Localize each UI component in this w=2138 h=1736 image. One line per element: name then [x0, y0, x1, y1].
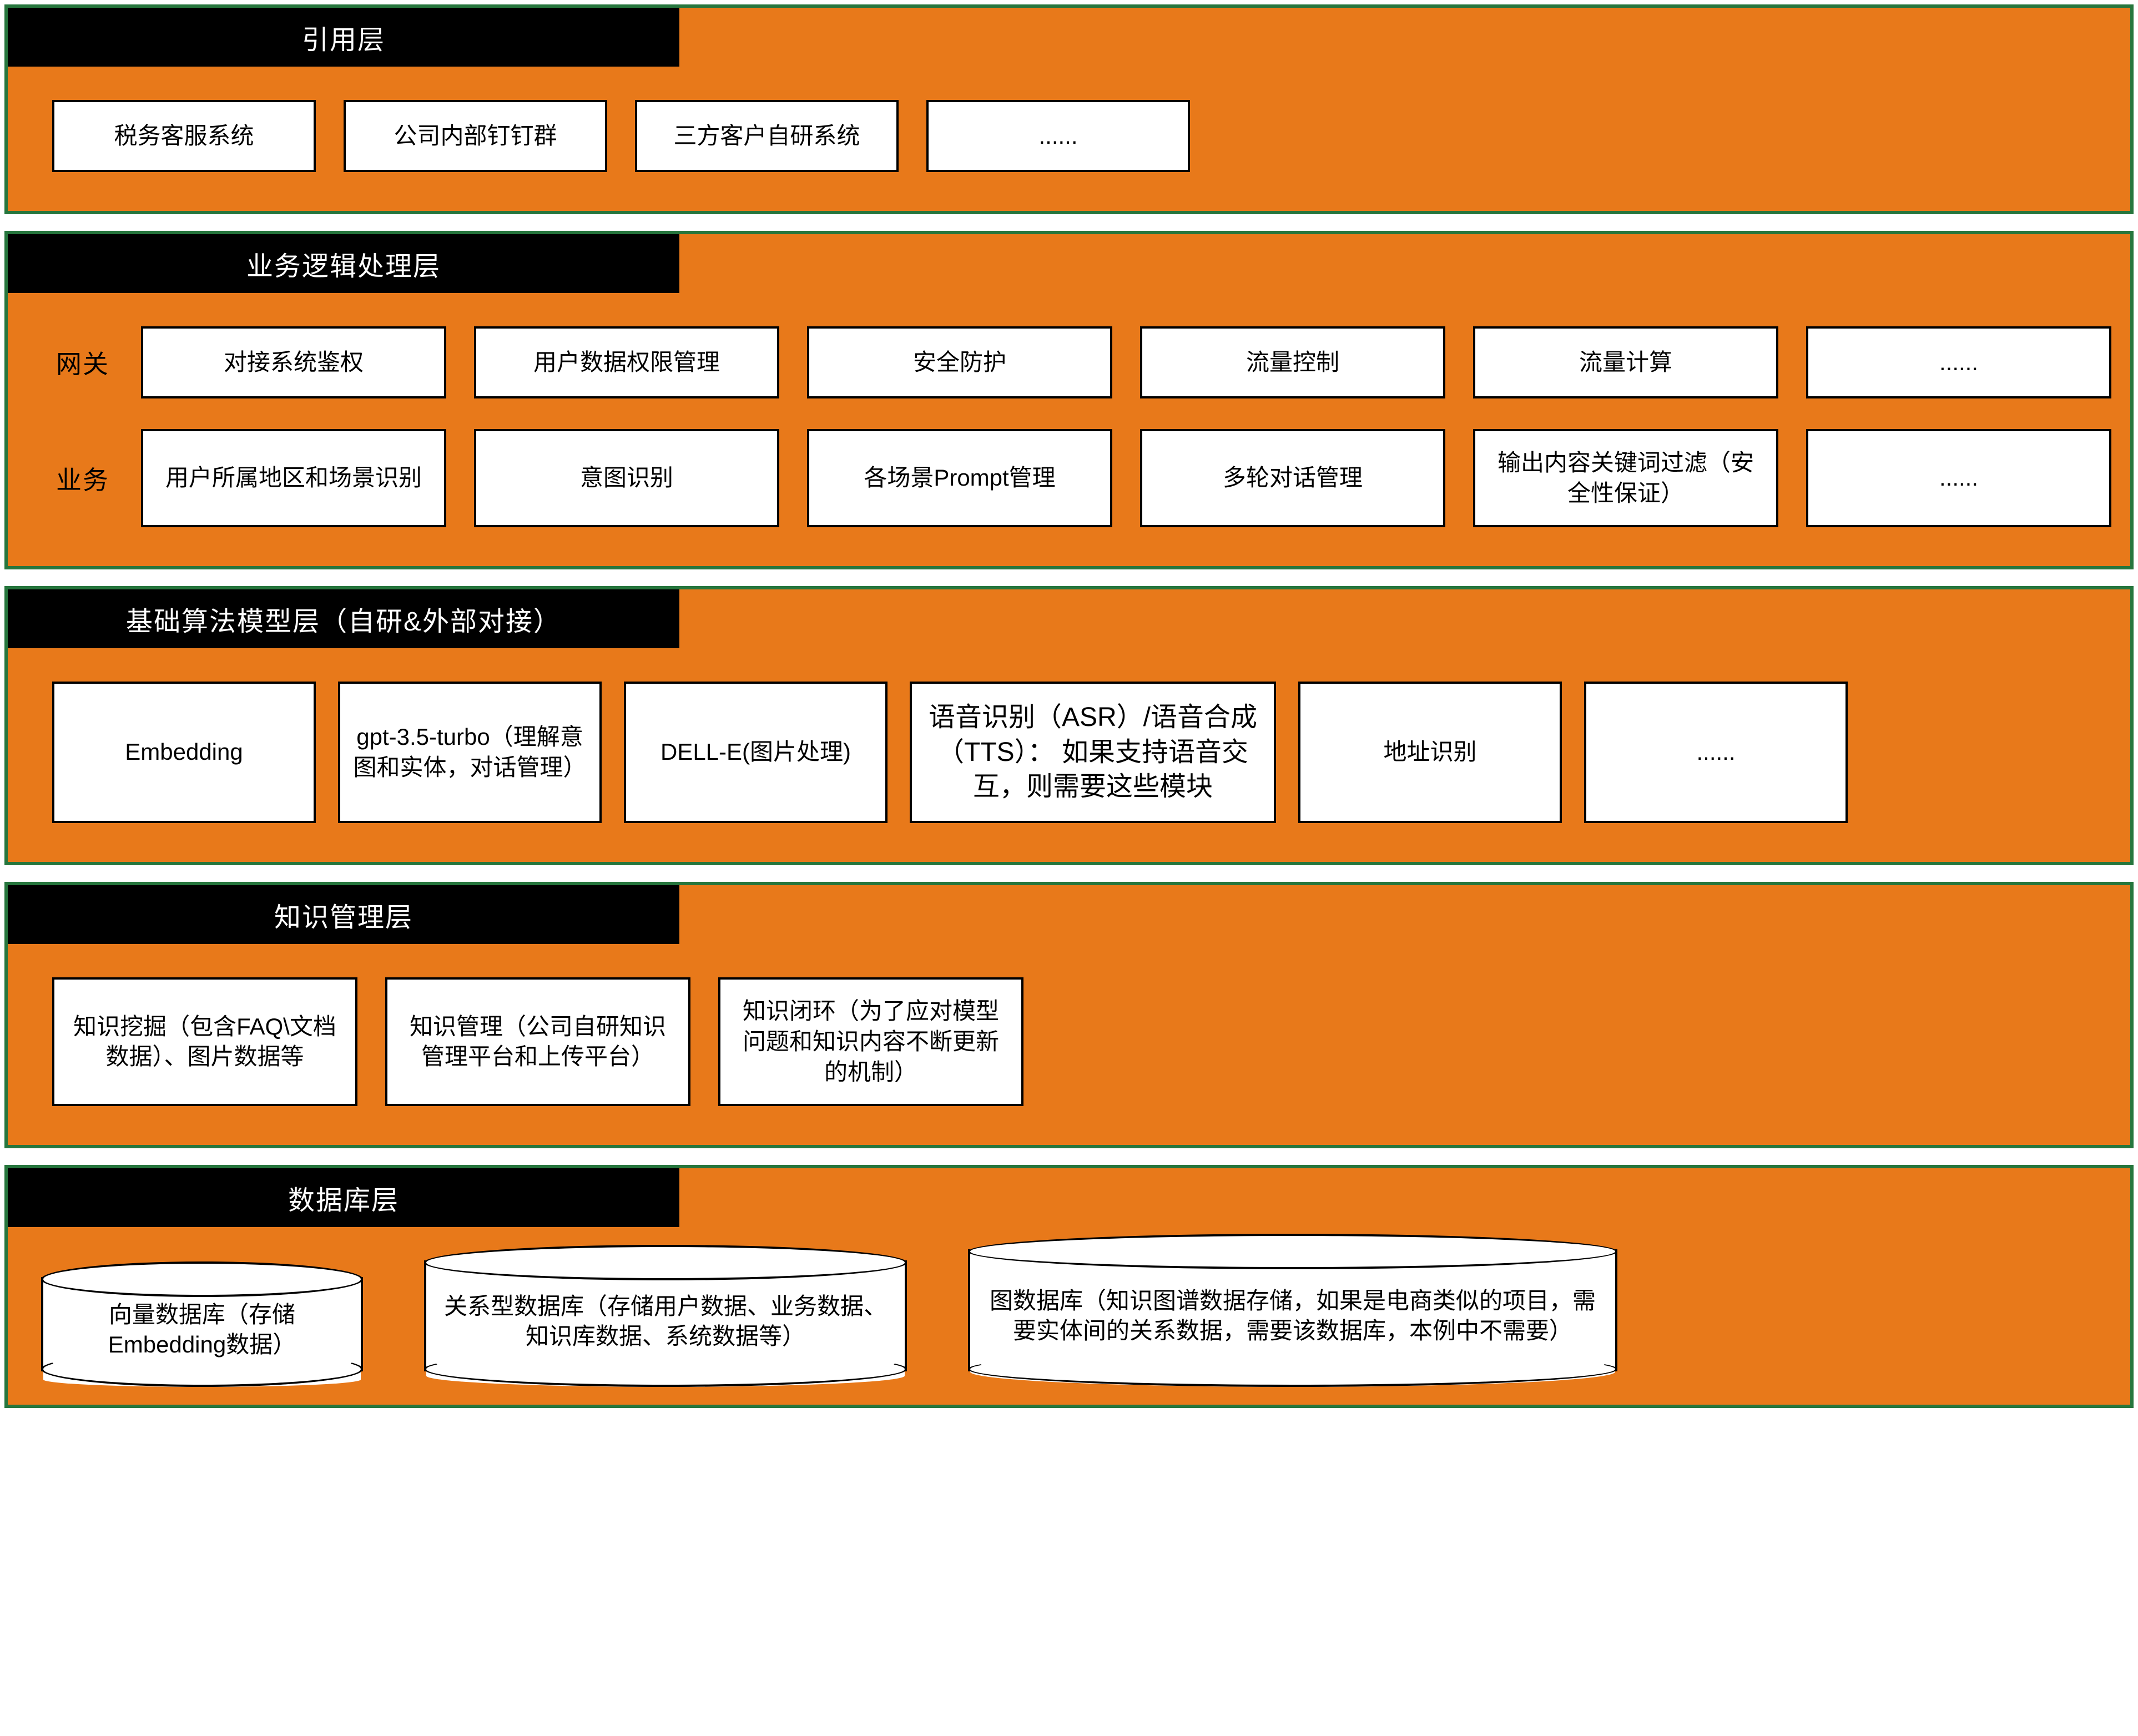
db-relational-text: 关系型数据库（存储用户数据、业务数据、知识库数据、系统数据等） — [443, 1291, 888, 1352]
box-k-loop: 知识闭环（为了应对模型问题和知识内容不断更新的机制） — [718, 977, 1023, 1106]
row: 知识挖掘（包含FAQ\文档数据）、图片数据等 知识管理（公司自研知识管理平台和上… — [52, 977, 2086, 1106]
box-multi-turn: 多轮对话管理 — [1140, 429, 1445, 527]
box-ellipsis: ...... — [1806, 326, 2111, 398]
layer-ref-title: 引用层 — [8, 8, 679, 67]
row-business: 业务 用户所属地区和场景识别 意图识别 各场景Prompt管理 多轮对话管理 输… — [52, 429, 2086, 527]
layer-algo-title: 基础算法模型层（自研&外部对接） — [8, 589, 679, 648]
row-label-business: 业务 — [52, 429, 113, 527]
db-graph-label: 图数据库（知识图谱数据存储，如果是电商类似的项目，需要实体间的关系数据，需要该数… — [968, 1249, 1617, 1371]
box-flow-calc: 流量计算 — [1473, 326, 1778, 398]
box-user-perm: 用户数据权限管理 — [474, 326, 779, 398]
box-gpt: gpt-3.5-turbo（理解意图和实体，对话管理） — [338, 682, 602, 823]
box-kw-filter: 输出内容关键词过滤（安全性保证） — [1473, 429, 1778, 527]
db-relational-label: 关系型数据库（存储用户数据、业务数据、知识库数据、系统数据等） — [424, 1260, 907, 1371]
layer-algo-body: Embedding gpt-3.5-turbo（理解意图和实体，对话管理） DE… — [8, 648, 2130, 862]
layer-db-title: 数据库层 — [8, 1168, 679, 1227]
box-asr-tts: 语音识别（ASR）/语音合成（TTS）： 如果支持语音交互，则需要这些模块 — [910, 682, 1276, 823]
layer-db-body: 向量数据库（存储Embedding数据） 关系型数据库（存储用户数据、业务数据、… — [8, 1227, 2130, 1405]
box-ellipsis: ...... — [926, 100, 1190, 172]
db-graph: 图数据库（知识图谱数据存储，如果是电商类似的项目，需要实体间的关系数据，需要该数… — [968, 1249, 1617, 1371]
layer-algo: 基础算法模型层（自研&外部对接） Embedding gpt-3.5-turbo… — [4, 586, 2134, 865]
box-tax-system: 税务客服系统 — [52, 100, 316, 172]
box-intent: 意图识别 — [474, 429, 779, 527]
db-relational: 关系型数据库（存储用户数据、业务数据、知识库数据、系统数据等） — [424, 1260, 907, 1371]
box-ellipsis: ...... — [1584, 682, 1848, 823]
layer-knowledge-title: 知识管理层 — [8, 885, 679, 944]
box-embedding: Embedding — [52, 682, 316, 823]
box-k-mining: 知识挖掘（包含FAQ\文档数据）、图片数据等 — [52, 977, 357, 1106]
box-flow-ctrl: 流量控制 — [1140, 326, 1445, 398]
box-region-scene: 用户所属地区和场景识别 — [141, 429, 446, 527]
db-vector-text: 向量数据库（存储Embedding数据） — [60, 1300, 344, 1360]
box-security: 安全防护 — [807, 326, 1112, 398]
row-gateway: 网关 对接系统鉴权 用户数据权限管理 安全防护 流量控制 流量计算 ...... — [52, 326, 2086, 398]
box-k-mgmt: 知识管理（公司自研知识管理平台和上传平台） — [385, 977, 690, 1106]
box-thirdparty: 三方客户自研系统 — [635, 100, 899, 172]
db-vector: 向量数据库（存储Embedding数据） — [41, 1277, 363, 1371]
box-auth: 对接系统鉴权 — [141, 326, 446, 398]
layer-biz-body: 网关 对接系统鉴权 用户数据权限管理 安全防护 流量控制 流量计算 ......… — [8, 293, 2130, 566]
layer-knowledge-body: 知识挖掘（包含FAQ\文档数据）、图片数据等 知识管理（公司自研知识管理平台和上… — [8, 944, 2130, 1145]
layer-knowledge: 知识管理层 知识挖掘（包含FAQ\文档数据）、图片数据等 知识管理（公司自研知识… — [4, 882, 2134, 1148]
row-label-gateway: 网关 — [52, 326, 113, 398]
row: Embedding gpt-3.5-turbo（理解意图和实体，对话管理） DE… — [52, 682, 2086, 823]
layer-biz-title: 业务逻辑处理层 — [8, 234, 679, 293]
box-dingding-group: 公司内部钉钉群 — [344, 100, 607, 172]
db-graph-text: 图数据库（知识图谱数据存储，如果是电商类似的项目，需要实体间的关系数据，需要该数… — [987, 1286, 1599, 1346]
row: 税务客服系统 公司内部钉钉群 三方客户自研系统 ...... — [52, 100, 2086, 172]
layer-ref: 引用层 税务客服系统 公司内部钉钉群 三方客户自研系统 ...... — [4, 4, 2134, 214]
layer-biz: 业务逻辑处理层 网关 对接系统鉴权 用户数据权限管理 安全防护 流量控制 流量计… — [4, 231, 2134, 569]
layer-db: 数据库层 向量数据库（存储Embedding数据） 关系型数据库（存储用户数据、… — [4, 1165, 2134, 1408]
layer-ref-body: 税务客服系统 公司内部钉钉群 三方客户自研系统 ...... — [8, 67, 2130, 211]
box-prompt-mgmt: 各场景Prompt管理 — [807, 429, 1112, 527]
db-vector-label: 向量数据库（存储Embedding数据） — [41, 1277, 363, 1371]
box-dalle: DELL-E(图片处理) — [624, 682, 888, 823]
box-ellipsis: ...... — [1806, 429, 2111, 527]
box-address: 地址识别 — [1298, 682, 1562, 823]
